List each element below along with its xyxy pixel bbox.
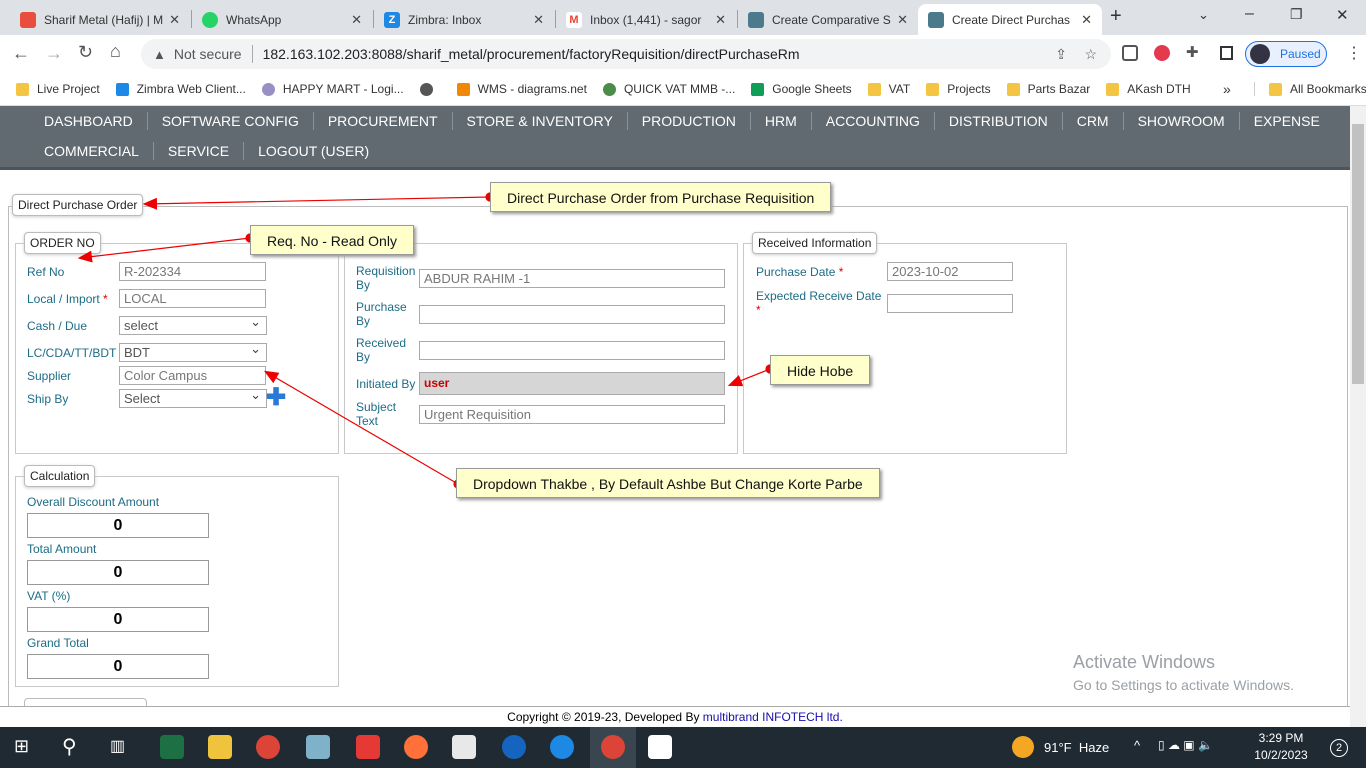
zimbra-icon[interactable] [550,735,574,759]
annotation-note: Direct Purchase Order from Purchase Requ… [490,182,832,212]
annotation-note: Hide Hobe [770,355,871,385]
firefox-icon[interactable] [404,735,428,759]
weather-icon [1012,736,1034,758]
arrow-3 [727,368,771,387]
arrow-2 [77,237,251,263]
task-view-icon[interactable]: ▥ [110,736,125,756]
footer: Copyright © 2019-23, Developed By multib… [0,706,1350,727]
notification-center[interactable]: 2 [1330,739,1348,757]
app-icon[interactable] [452,735,476,759]
chrome-icon [601,735,625,759]
developer-link[interactable]: multibrand INFOTECH ltd. [703,710,843,724]
file-explorer-icon[interactable] [208,735,232,759]
tray-chevron-icon[interactable]: ^ [1134,738,1140,753]
scrollbar-thumb[interactable] [1352,124,1364,384]
arrow-4 [263,370,459,485]
activate-windows-title: Activate Windows [1073,652,1216,672]
activate-windows-subtitle: Go to Settings to activate Windows. [1073,677,1294,693]
taskbar: ⊞ ⚲ ▥ 91°F Haze ^ ▯ ☁ ▣ 🔈 3:29 PM 10/2/2… [0,727,1366,768]
weather-text[interactable]: 91°F Haze [1044,740,1109,755]
clock-time[interactable]: 3:29 PM [1256,731,1306,745]
app-icon[interactable] [306,735,330,759]
windows-start-icon[interactable]: ⊞ [14,736,29,757]
chrome-active[interactable] [590,727,636,768]
vpn-icon[interactable] [502,735,526,759]
arrow-1 [142,196,491,210]
annotation-note: Dropdown Thakbe , By Default Ashbe But C… [456,468,880,498]
chrome-icon[interactable] [256,735,280,759]
excel-icon[interactable] [160,735,184,759]
search-icon[interactable]: ⚲ [62,734,77,759]
app-icon[interactable] [648,735,672,759]
clock-date[interactable]: 10/2/2023 [1254,748,1308,762]
scrollbar[interactable] [1350,106,1366,727]
anydesk-icon[interactable] [356,735,380,759]
tray-icons[interactable]: ▯ ☁ ▣ 🔈 [1158,738,1213,752]
copyright-text: Copyright © 2019-23, Developed By [507,710,703,724]
annotation-note: Req. No - Read Only [250,225,414,255]
